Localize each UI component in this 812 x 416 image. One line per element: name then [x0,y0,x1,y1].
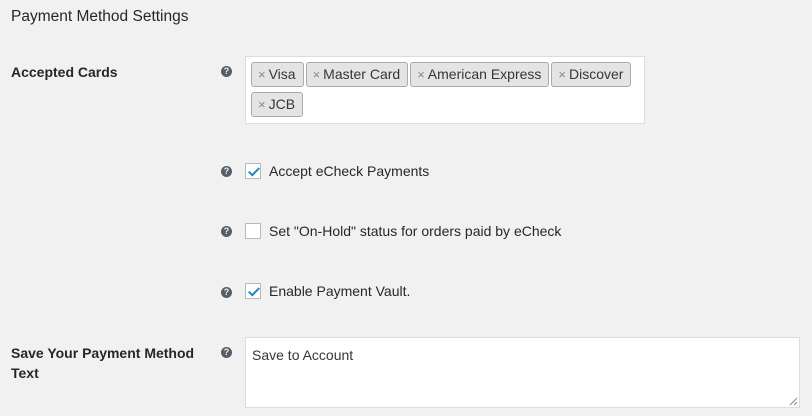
card-chip-visa: × Visa [251,62,304,87]
card-chip-discover: × Discover [551,62,632,87]
echeck-label: Accept eCheck Payments [269,163,430,179]
help-icon[interactable]: ? [221,347,232,358]
vault-checkbox[interactable] [245,283,261,299]
resize-handle-icon[interactable] [789,397,798,406]
remove-icon[interactable]: × [417,63,425,86]
accepted-cards-select[interactable]: × Visa × Master Card × American Express × Disco… [245,56,645,124]
echeck-checkbox[interactable] [245,163,261,179]
vault-option[interactable]: Enable Payment Vault. [245,283,410,299]
save-text-label: Save Your Payment Method Text [11,345,195,381]
save-text-textarea[interactable]: Save to Account [245,337,800,408]
section-title: Payment Method Settings [11,8,189,25]
card-chip-jcb: × JCB [251,92,304,117]
on-hold-label: Set "On-Hold" status for orders paid by … [269,223,562,239]
vault-label: Enable Payment Vault. [269,283,411,299]
help-icon[interactable]: ? [221,166,232,177]
on-hold-checkbox[interactable] [245,223,261,239]
help-icon[interactable]: ? [221,287,232,298]
card-chip-mastercard: × Master Card [305,62,409,87]
payment-settings-page: Payment Method Settings Accepted Cards ?… [0,0,812,416]
accepted-cards-label: Accepted Cards [11,64,118,80]
card-chip-amex: × American Express [410,62,550,87]
remove-icon[interactable]: × [258,63,266,86]
echeck-option[interactable]: Accept eCheck Payments [245,163,429,179]
help-icon[interactable]: ? [221,226,232,237]
remove-icon[interactable]: × [313,63,321,86]
save-text-value: Save to Account [252,347,354,363]
remove-icon[interactable]: × [558,63,566,86]
help-icon[interactable]: ? [221,66,232,77]
remove-icon[interactable]: × [258,93,266,116]
on-hold-option[interactable]: Set "On-Hold" status for orders paid by … [245,223,561,239]
